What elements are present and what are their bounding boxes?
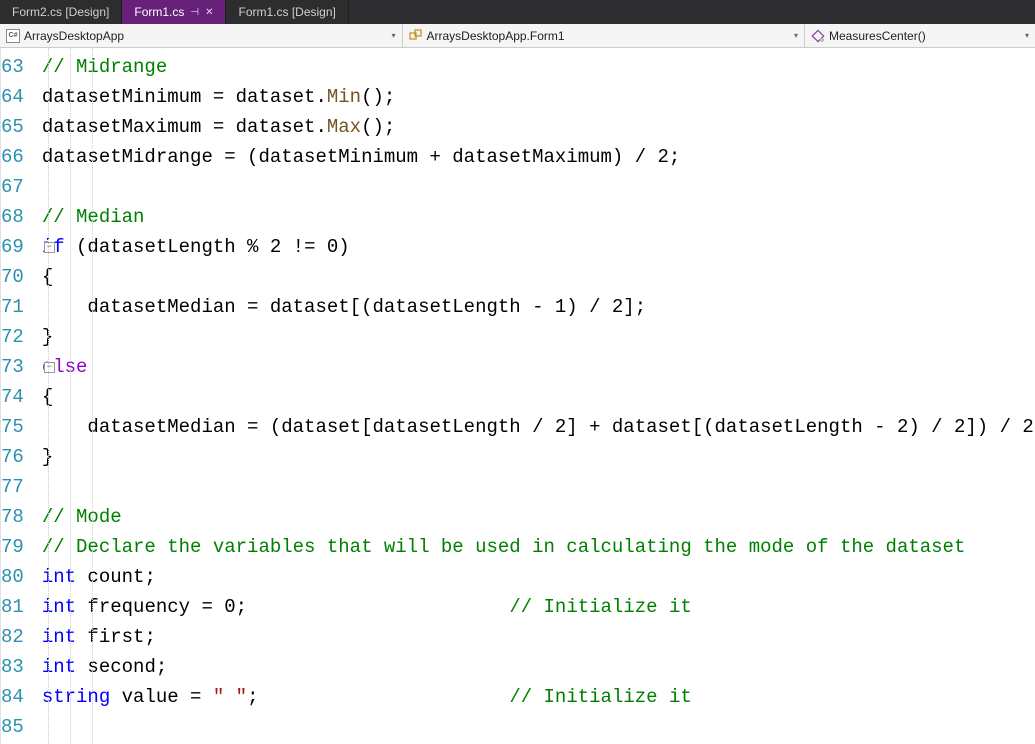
line-number: 77 [1,472,24,502]
code-line: // Mode [42,502,1035,532]
code-line: // Median [42,202,1035,232]
line-number: 66 [1,142,24,172]
line-number: 79 [1,532,24,562]
nav-namespace-label: ArraysDesktopApp [24,29,124,43]
line-number: 63 [1,52,24,82]
nav-class-label: ArraysDesktopApp.Form1 [427,29,565,43]
fold-toggle[interactable]: − [44,362,55,373]
chevron-down-icon: ▾ [1025,31,1029,40]
line-number: 67 [1,172,24,202]
code-editor[interactable]: 6364656667686970717273747576777879808182… [0,48,1035,744]
code-line: if (datasetLength % 2 != 0) [42,232,1035,262]
line-number: 72 [1,322,24,352]
nav-member-dropdown[interactable]: MeasuresCenter() ▾ [805,24,1035,47]
nav-class-dropdown[interactable]: ArraysDesktopApp.Form1 ▾ [403,24,805,47]
code-line: datasetMedian = (dataset[datasetLength /… [42,412,1035,442]
line-number: 69 [1,232,24,262]
code-line: else [42,352,1035,382]
tab-form1-design[interactable]: Form1.cs [Design] [226,0,348,24]
code-line: datasetMinimum = dataset.Min(); [42,82,1035,112]
csharp-icon: C# [6,29,20,43]
line-number: 85 [1,712,24,742]
code-line: string value = " "; // Initialize it [42,682,1035,712]
code-line: int frequency = 0; // Initialize it [42,592,1035,622]
code-line [42,472,1035,502]
code-line: datasetMedian = dataset[(datasetLength -… [42,292,1035,322]
method-icon [811,29,825,43]
code-line [42,172,1035,202]
line-number: 75 [1,412,24,442]
tab-label: Form1.cs [Design] [238,5,335,19]
line-number: 76 [1,442,24,472]
line-number: 68 [1,202,24,232]
line-number: 80 [1,562,24,592]
code-line: { [42,382,1035,412]
code-line: datasetMaximum = dataset.Max(); [42,112,1035,142]
line-number: 82 [1,622,24,652]
pin-icon[interactable]: ⊣ [190,7,199,18]
code-line: datasetMidrange = (datasetMinimum + data… [42,142,1035,172]
line-number: 65 [1,112,24,142]
chevron-down-icon: ▾ [391,31,395,40]
line-number: 64 [1,82,24,112]
tab-form2-design[interactable]: Form2.cs [Design] [0,0,122,24]
code-line [42,712,1035,742]
line-number: 74 [1,382,24,412]
line-number: 83 [1,652,24,682]
navigation-bar: C# ArraysDesktopApp ▾ ArraysDesktopApp.F… [0,24,1035,48]
close-icon[interactable]: ✕ [205,7,213,18]
line-number: 70 [1,262,24,292]
nav-namespace-dropdown[interactable]: C# ArraysDesktopApp ▾ [0,24,402,47]
tab-label: Form2.cs [Design] [12,5,109,19]
code-line: int count; [42,562,1035,592]
line-number: 81 [1,592,24,622]
line-number-gutter: 6364656667686970717273747576777879808182… [1,48,42,744]
chevron-down-icon: ▾ [794,31,798,40]
code-line: // Midrange [42,52,1035,82]
class-icon [409,29,423,43]
code-line: } [42,322,1035,352]
fold-toggle[interactable]: − [44,242,55,253]
tab-bar: Form2.cs [Design] Form1.cs ⊣ ✕ Form1.cs … [0,0,1035,24]
line-number: 71 [1,292,24,322]
line-number: 73 [1,352,24,382]
tab-label: Form1.cs [134,5,184,19]
code-content[interactable]: // MidrangedatasetMinimum = dataset.Min(… [42,48,1035,744]
code-line: int second; [42,652,1035,682]
code-line: } [42,442,1035,472]
code-line: int first; [42,622,1035,652]
code-line: // Declare the variables that will be us… [42,532,1035,562]
line-number: 84 [1,682,24,712]
nav-member-label: MeasuresCenter() [829,29,926,43]
tab-form1-cs[interactable]: Form1.cs ⊣ ✕ [122,0,226,24]
code-line: { [42,262,1035,292]
line-number: 78 [1,502,24,532]
